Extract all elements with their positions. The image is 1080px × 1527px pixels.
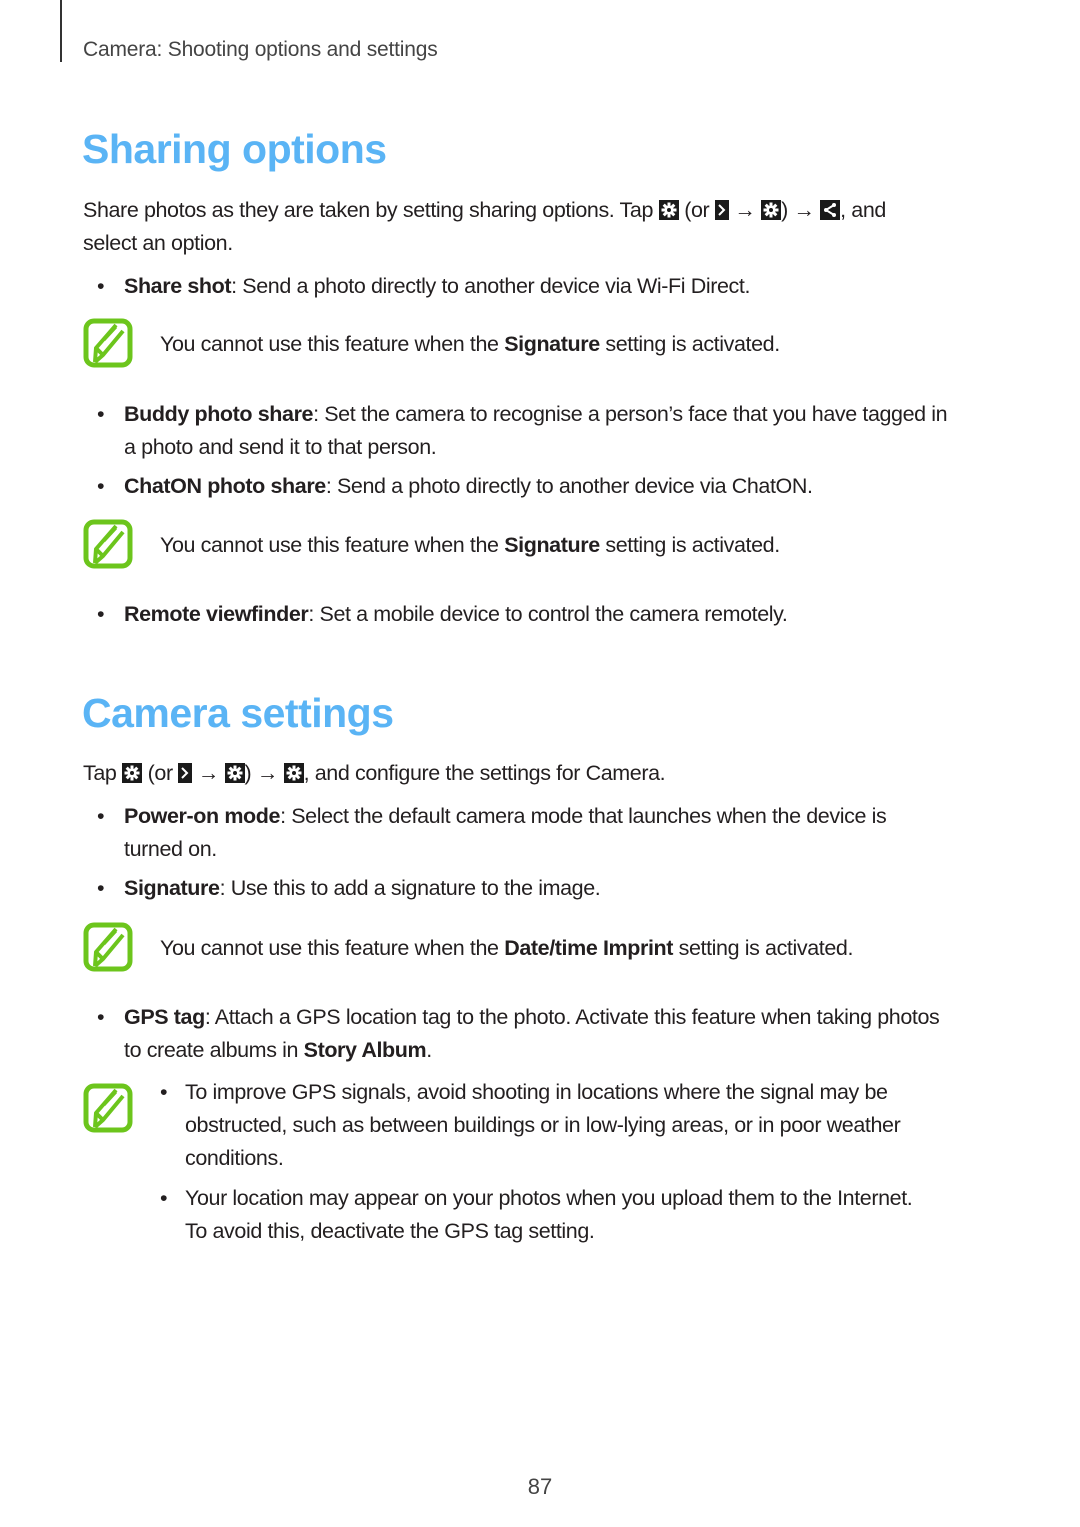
item-text: : Send a photo directly to another devic… [325,474,813,498]
item-text: . [426,1038,432,1062]
arrow: → [197,761,220,785]
note-text: You cannot use this feature when the Sig… [160,533,780,557]
running-head: Camera: Shooting options and settings [83,38,438,61]
gear-icon [224,763,245,783]
bullet: • [97,602,105,626]
item-term: Signature [124,876,220,900]
item-term: Remote viewfinder [124,602,309,626]
bullet: • [160,1080,168,1104]
item-text: : Attach a GPS location tag to the photo… [204,1005,940,1029]
note-text: You cannot use this feature when the Sig… [160,332,780,356]
bullet: • [97,474,105,498]
item-term: Buddy photo share [124,402,314,426]
bullet: • [97,274,105,298]
arrow: → [734,198,756,222]
sharing-intro: Share photos as they are taken by settin… [83,194,1003,260]
note-text: You cannot use this feature when the Dat… [160,936,854,960]
gear-icon [283,763,304,783]
intro-text: , and configure the settings for Camera. [303,761,666,785]
section-title-camera-settings: Camera settings [82,690,394,736]
section-title-sharing-options: Sharing options [82,126,387,172]
chevron-right-icon [714,200,729,220]
gear-icon [122,763,143,783]
intro-text: Tap [83,761,117,785]
item-term: GPS tag [124,1005,205,1029]
arrow: → [256,761,279,785]
item-term: Power-on mode [124,804,281,828]
camera-intro: Tap (or → ) → , and configure the settin… [83,757,1003,790]
bullet: • [160,1186,168,1210]
bullet: • [97,1005,105,1029]
note-icon [83,922,133,972]
arrow: → [793,198,815,222]
intro-text: select an option. [83,231,233,255]
intro-text: , and [840,198,886,222]
bullet: • [97,402,105,426]
bullet: • [97,804,105,828]
intro-text: Share photos as they are taken by settin… [83,198,654,222]
intro-text: (or [684,198,710,222]
item-term: Share shot [124,274,232,298]
intro-text: ) [244,761,252,785]
gear-icon [761,200,782,220]
note-icon [83,1083,133,1133]
gear-icon [658,200,679,220]
item-term: ChatON photo share [124,474,326,498]
item-text: : Send a photo directly to another devic… [231,274,751,298]
note-icon [83,519,133,569]
item-text: : Select the default camera mode that la… [280,804,887,828]
item-text: to create albums in [124,1038,304,1062]
item-text: : Set the camera to recognise a person’s… [313,402,948,426]
item-text: : Use this to add a signature to the ima… [219,876,601,900]
intro-text: (or [147,761,173,785]
chevron-right-icon [178,763,193,783]
intro-text: ) [781,198,788,222]
margin-rule [60,0,62,62]
bullet: • [97,876,105,900]
item-text: : Set a mobile device to control the cam… [308,602,788,626]
item-term: Story Album [303,1038,427,1062]
page-number: 87 [527,1474,553,1499]
note-icon [83,318,133,368]
item-text: a photo and send it to that person. [124,435,437,459]
share-icon [820,200,841,220]
item-text: turned on. [124,837,217,861]
